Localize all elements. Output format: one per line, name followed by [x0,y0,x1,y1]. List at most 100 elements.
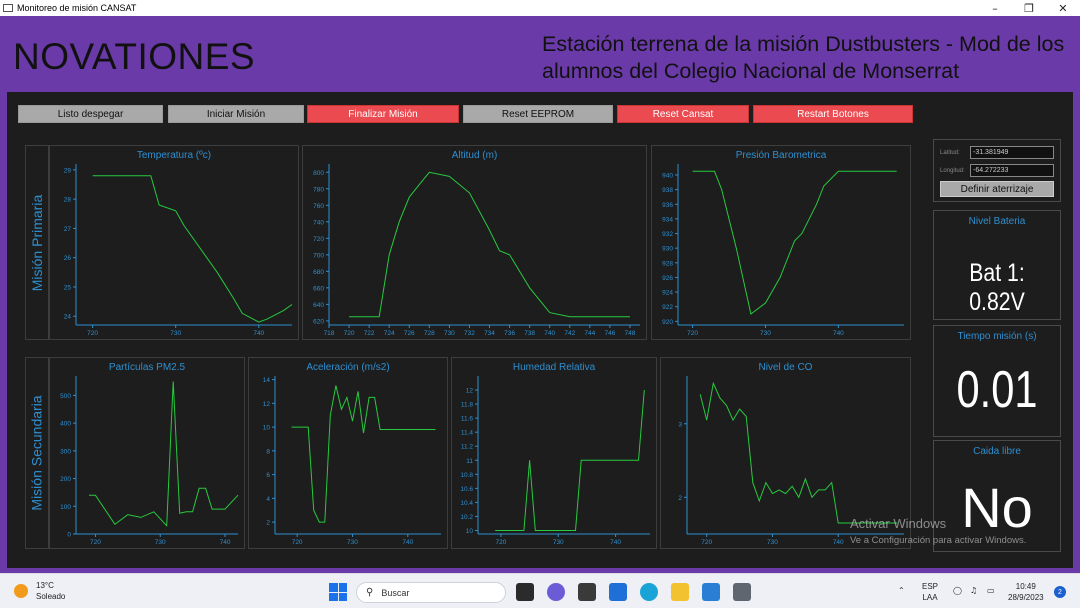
activation-watermark: Activar Windows Ve a Configuración para … [850,516,1026,546]
y-tick-label: 660 [313,285,324,292]
y-tick-label: 938 [662,187,673,194]
temperatura-series-line [92,175,293,323]
cansat-app-icon[interactable] [733,583,751,601]
altitud-plot: 620 640 660 680 700 720 740 760 780 800 718 720 722 7… [313,164,640,337]
file-explorer-icon[interactable] [671,583,689,601]
window-titlebar: Monitoreo de misión CANSAT – ❐ ✕ [0,0,1080,16]
longitude-label: Longitud: [940,167,965,174]
notification-badge[interactable]: 2 [1054,586,1066,598]
taskbar-search[interactable]: ⚲ Buscar [356,582,506,603]
battery-value: Bat 1: 0.82V [969,259,1025,316]
reset-eeprom-button[interactable]: Reset EEPROM [463,105,613,123]
chart-title: Humedad Relativa [512,362,596,373]
x-tick-label: 720 [292,539,303,546]
aceleracion-chart: 2 4 6 8 10 12 14 720 730 740 Aceleración (m/s2) [248,357,448,549]
y-tick-label: 400 [60,421,71,428]
x-tick-label: 740 [833,330,844,337]
humedad-series-line [495,389,645,531]
y-tick-label: 800 [313,170,324,177]
vscode-icon[interactable] [702,583,720,601]
weather-widget[interactable]: 13°C Soleado [14,580,65,602]
longitude-row: Longitud: -64.272233 [940,164,1054,177]
close-icon[interactable]: ✕ [1046,0,1080,16]
y-tick-label: 922 [662,304,673,311]
y-tick-label: 620 [313,318,324,325]
x-tick-label: 730 [170,330,181,337]
x-tick-label: 730 [347,539,358,546]
y-tick-label: 11.6 [461,416,474,423]
y-tick-label: 10.4 [460,500,473,507]
y-tick-label: 8 [266,448,270,455]
y-tick-label: 29 [64,167,72,174]
y-tick-label: 25 [64,284,72,291]
definir-aterrizaje-button[interactable]: Definir aterrizaje [940,181,1054,197]
chart-title: Altitud (m) [451,150,498,161]
y-tick-label: 740 [313,219,324,226]
x-tick-label: 720 [344,330,355,337]
x-tick-label: 718 [324,330,335,337]
y-tick-label: 6 [266,472,270,479]
x-tick-label: 746 [604,330,615,337]
globe-icon[interactable]: ◯ [953,585,962,596]
y-tick-label: 10.6 [460,486,473,493]
clock[interactable]: 10:49 28/9/2023 [1008,581,1044,603]
x-tick-label: 736 [504,330,515,337]
clock-date: 28/9/2023 [1008,593,1044,602]
y-tick-label: 4 [266,496,270,503]
listo-despegar-button[interactable]: Listo despegar [18,105,163,123]
calendar-app-icon[interactable] [578,583,596,601]
clock-time: 10:49 [1015,582,1036,591]
language-indicator[interactable]: ESP LAA [922,581,938,603]
y-tick-label: 0 [67,532,71,539]
task-view-icon[interactable] [516,583,534,601]
speaker-icon[interactable]: ♫ [970,585,977,596]
mission-time-title: Tiempo misión (s) [957,331,1037,342]
restart-botones-button[interactable]: Restart Botones [753,105,913,123]
y-tick-label: 10 [466,528,474,535]
mail-icon[interactable] [609,583,627,601]
y-tick-label: 500 [60,393,71,400]
latitude-input[interactable]: -31.381949 [970,146,1054,159]
main-area: Listo despegar Iniciar Misión Finalizar … [7,92,1073,568]
iniciar-mision-button[interactable]: Iniciar Misión [168,105,304,123]
watermark-line2: Ve a Configuración para activar Windows. [850,535,1027,546]
aceleracion-series-line [291,385,436,523]
chat-icon[interactable] [547,583,565,601]
mission-time-value: 0.01 [956,361,1038,419]
chart-title: Presión Barometrica [735,150,827,161]
minimize-icon[interactable]: – [978,0,1012,16]
y-tick-label: 3 [678,421,682,428]
y-tick-label: 932 [662,231,673,238]
y-tick-label: 2 [266,520,270,527]
latitude-row: Latitud: -31.381949 [940,146,1054,159]
longitude-input[interactable]: -64.272233 [970,164,1054,177]
x-tick-label: 726 [404,330,415,337]
co-series-line [699,381,898,524]
section-secondary-label: Misión Secundaria [29,395,46,511]
edge-browser-icon[interactable] [640,583,658,601]
x-tick-label: 732 [464,330,475,337]
y-tick-label: 28 [64,197,72,204]
y-tick-label: 780 [313,186,324,193]
windows-start-icon[interactable] [329,583,347,601]
x-tick-label: 730 [444,330,455,337]
taskbar: 13°C Soleado ⚲ Buscar ⌃ ESP LAA ◯ ♫ ▭ 10… [0,573,1080,608]
x-tick-label: 738 [524,330,535,337]
x-tick-label: 734 [484,330,495,337]
latitude-label: Latitud: [940,149,960,156]
y-tick-label: 934 [662,216,673,223]
maximize-icon[interactable]: ❐ [1012,0,1046,16]
x-tick-label: 720 [87,330,98,337]
temperatura-chart: 24 25 26 27 28 29 720 730 740 Temperatura (ºc) [49,145,299,340]
window-title: Monitoreo de misión CANSAT [17,3,137,13]
humedad-chart: 10 10.2 10.4 10.6 10.8 11 11.2 11.4 11.6 11.8 12 72… [451,357,657,549]
battery-icon[interactable]: ▭ [987,585,995,596]
y-tick-label: 27 [64,226,72,233]
battery-panel: Nivel Bateria Bat 1: 0.82V [933,210,1061,320]
chevron-up-icon[interactable]: ⌃ [898,585,905,596]
reset-cansat-button[interactable]: Reset Cansat [617,105,749,123]
finalizar-mision-button[interactable]: Finalizar Misión [307,105,459,123]
y-tick-label: 920 [662,319,673,326]
weather-temp: 13°C [36,581,54,590]
altitud-chart: 620 640 660 680 700 720 740 760 780 800 718 720 722 7… [302,145,647,340]
